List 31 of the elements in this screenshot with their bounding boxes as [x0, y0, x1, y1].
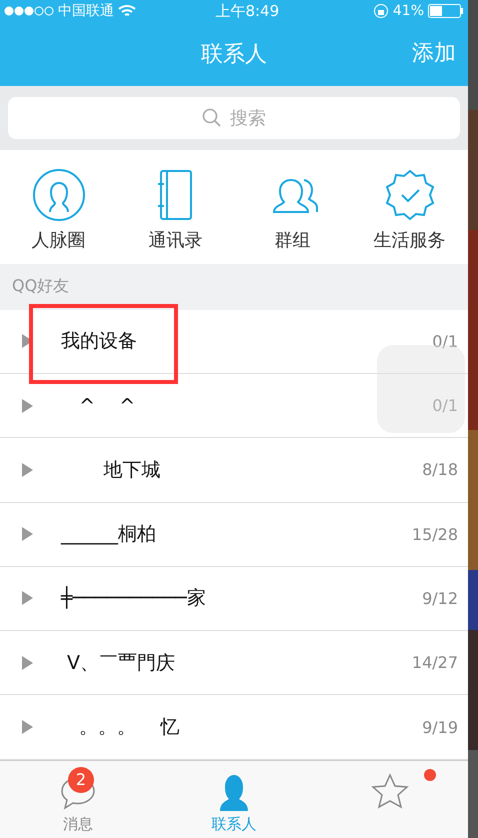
online-count: 14/27 — [412, 653, 458, 672]
section-header: QQ好友 — [12, 276, 70, 298]
group-name: ╪──────────家 — [61, 585, 207, 612]
signal-icon — [4, 6, 54, 16]
online-count: 0/1 — [432, 396, 458, 415]
group-name: 我的设备 — [61, 329, 138, 354]
online-count: 0/1 — [432, 332, 458, 351]
unread-badge: 2 — [68, 766, 94, 793]
shortcut-button[interactable]: 生活服务 — [351, 168, 468, 252]
group-name: ______桐柏 — [61, 522, 157, 548]
online-count: 9/19 — [422, 718, 458, 737]
group-name: ^ ^ — [78, 394, 136, 416]
shortcut-button[interactable]: 通讯录 — [117, 168, 234, 252]
search-icon — [202, 108, 222, 128]
person-circle-icon — [32, 168, 86, 222]
battery-percent: 41% — [392, 3, 424, 19]
battery-icon — [428, 4, 464, 18]
group-name: V、￣覀門庆 — [66, 650, 176, 676]
group-name: 。。。 忆 — [78, 715, 180, 740]
clock-time: 上午8:49 — [215, 2, 280, 20]
carrier-name: 中国联通 — [58, 2, 114, 20]
shortcut-button[interactable]: 群组 — [234, 168, 351, 252]
online-count: 9/12 — [422, 588, 458, 608]
wifi-icon — [118, 4, 136, 18]
shortcut-button[interactable]: 人脉圈 — [0, 168, 117, 252]
page-title: 联系人 — [201, 41, 267, 69]
rotation-lock-icon — [372, 3, 389, 19]
group-name: 地下城 — [102, 458, 162, 483]
online-count: 8/18 — [422, 460, 458, 480]
tab-item[interactable]: 消息 2 — [0, 760, 156, 838]
online-count: 15/28 — [412, 524, 458, 544]
